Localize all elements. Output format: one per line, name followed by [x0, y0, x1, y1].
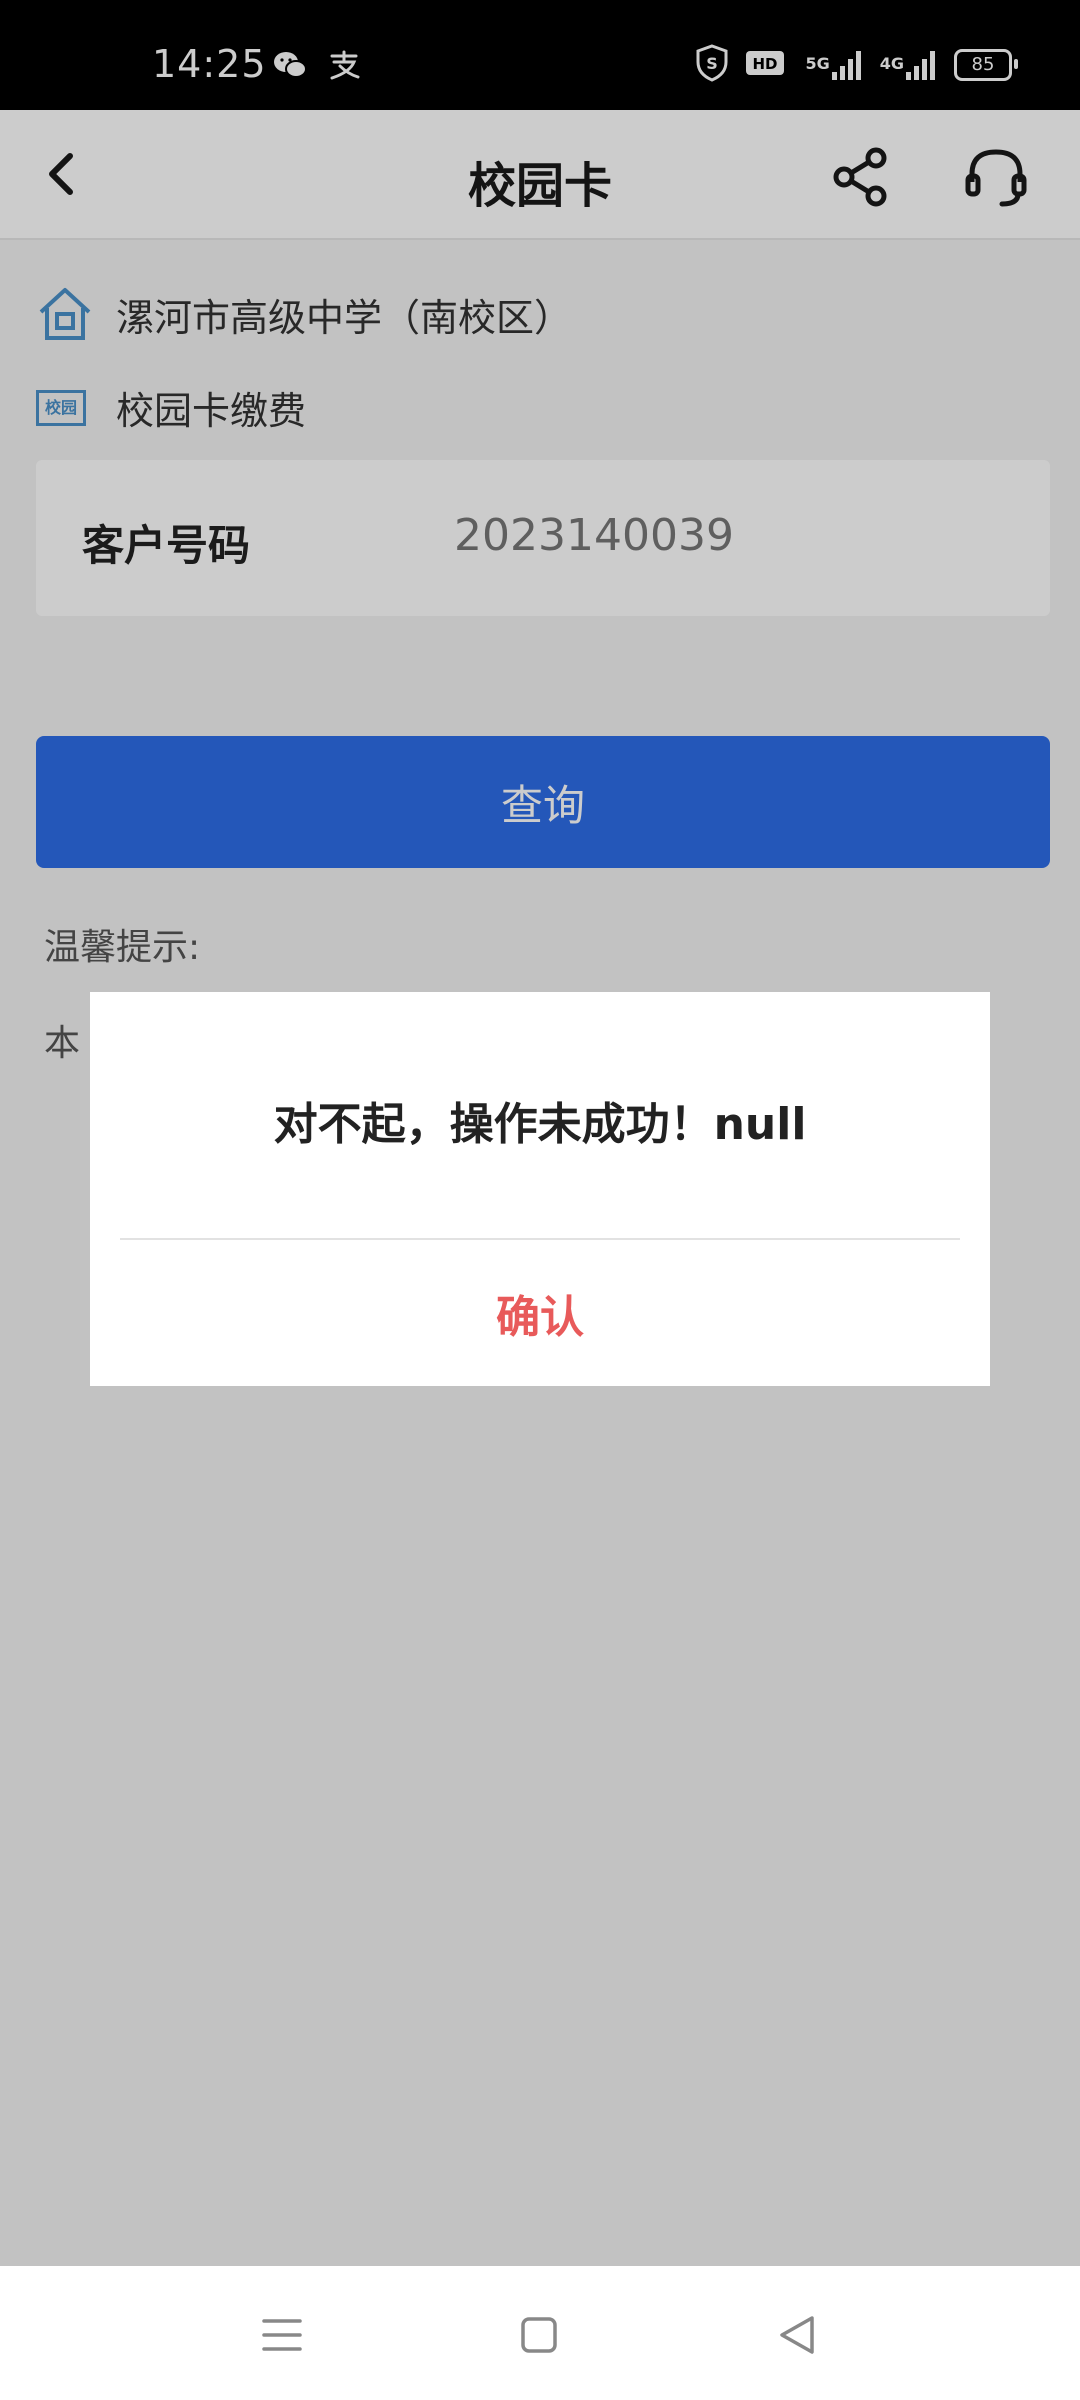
confirm-button[interactable]: 确认 — [90, 1240, 990, 1386]
menu-icon — [262, 2319, 302, 2351]
navigation-bar — [0, 2266, 1080, 2400]
home-square-icon — [521, 2317, 557, 2353]
screen: 14:25 S HD 5G 4G 85 校园卡 漯河市高级中学（南校区） 校园 … — [0, 0, 1080, 2400]
error-dialog: 对不起，操作未成功！null 确认 — [90, 992, 990, 1386]
system-back-button[interactable] — [762, 2300, 832, 2370]
dialog-message: 对不起，操作未成功！null — [273, 1099, 807, 1150]
home-button[interactable] — [504, 2300, 574, 2370]
back-triangle-icon — [780, 2316, 814, 2354]
recent-apps-button[interactable] — [247, 2300, 317, 2370]
